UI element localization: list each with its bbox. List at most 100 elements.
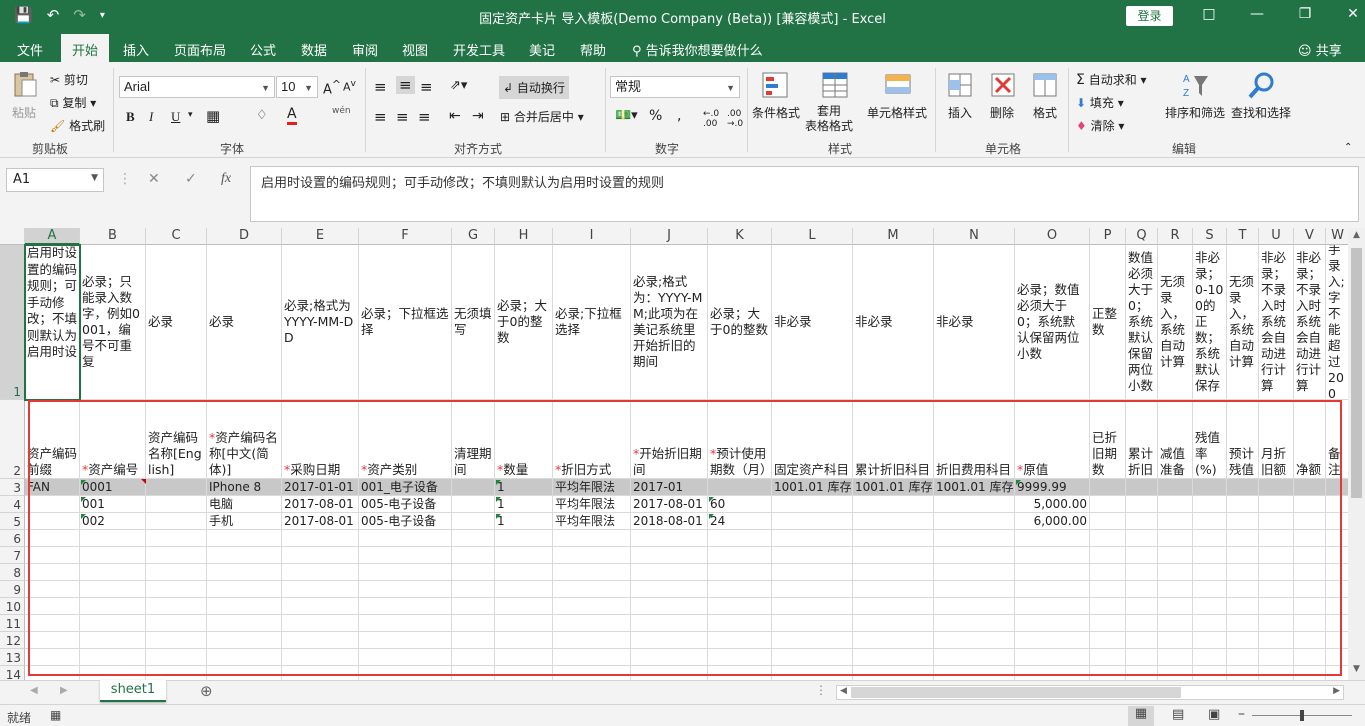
cell-empty[interactable] <box>631 666 708 680</box>
prev-sheet-icon[interactable]: ◀ <box>30 685 38 696</box>
row-header-14[interactable]: 14 <box>0 666 25 680</box>
collapse-ribbon-icon[interactable]: ⌃ <box>1344 142 1352 153</box>
cell-empty[interactable] <box>1090 581 1126 598</box>
cell-empty[interactable] <box>1015 530 1090 547</box>
cell-empty[interactable] <box>25 615 80 632</box>
fill-color-icon[interactable]: ♢ <box>256 108 268 123</box>
align-top-icon[interactable]: ≡ <box>374 78 387 96</box>
cell-empty[interactable] <box>1158 547 1193 564</box>
row-header-7[interactable]: 7 <box>0 547 25 564</box>
cell-empty[interactable] <box>1259 598 1294 615</box>
cell-empty[interactable] <box>1158 581 1193 598</box>
cell-e3[interactable]: 2017-01-01 <box>282 479 359 496</box>
cell-k2[interactable]: *预计使用期数（月） <box>708 400 772 479</box>
cell-q1[interactable]: 数值必须大于0；系统默认保留两位小数 <box>1126 245 1158 400</box>
column-header-s[interactable]: S <box>1193 228 1227 245</box>
cell-empty[interactable] <box>359 649 452 666</box>
increase-decimal-icon[interactable]: ←.0.00 <box>703 109 719 129</box>
formula-input[interactable]: 启用时设置的编码规则；可手动修改；不填则默认为启用时设置的规则 <box>250 166 1359 222</box>
zoom-out-icon[interactable]: – <box>1238 706 1245 722</box>
cell-c5[interactable] <box>146 513 207 530</box>
cell-empty[interactable] <box>1090 649 1126 666</box>
cell-empty[interactable] <box>452 547 495 564</box>
ribbon-display-icon[interactable]: □ <box>1185 6 1233 22</box>
row-header-4[interactable]: 4 <box>0 496 25 513</box>
cell-empty[interactable] <box>772 598 853 615</box>
cell-empty[interactable] <box>1227 581 1259 598</box>
cell-f3[interactable]: 001_电子设备 <box>359 479 452 496</box>
cell-l3[interactable]: 1001.01 库存现金 <box>772 479 853 496</box>
cell-empty[interactable] <box>80 632 146 649</box>
cell-empty[interactable] <box>1158 632 1193 649</box>
cell-empty[interactable] <box>282 598 359 615</box>
cell-empty[interactable] <box>80 649 146 666</box>
cell-empty[interactable] <box>25 666 80 680</box>
cell-empty[interactable] <box>207 666 282 680</box>
cell-empty[interactable] <box>1294 581 1326 598</box>
font-size-select[interactable]: 10 ▼ <box>276 76 318 98</box>
cell-u4[interactable] <box>1259 496 1294 513</box>
cell-empty[interactable] <box>631 632 708 649</box>
cell-empty[interactable] <box>934 615 1015 632</box>
cell-empty[interactable] <box>708 581 772 598</box>
sort-filter-button[interactable]: 排序和筛选 <box>1165 104 1225 121</box>
cell-l5[interactable] <box>772 513 853 530</box>
cell-empty[interactable] <box>1294 530 1326 547</box>
cell-empty[interactable] <box>772 564 853 581</box>
cell-q2[interactable]: 累计折旧 <box>1126 400 1158 479</box>
align-left-icon[interactable]: ≡ <box>374 108 387 126</box>
cell-empty[interactable] <box>631 615 708 632</box>
row-header-11[interactable]: 11 <box>0 615 25 632</box>
wrap-text-button[interactable]: ↲ 自动换行 <box>499 76 569 99</box>
cell-empty[interactable] <box>631 547 708 564</box>
cell-empty[interactable] <box>1294 564 1326 581</box>
cell-empty[interactable] <box>853 530 934 547</box>
cell-p3[interactable] <box>1090 479 1126 496</box>
cell-m4[interactable] <box>853 496 934 513</box>
cell-empty[interactable] <box>1227 547 1259 564</box>
cell-s5[interactable] <box>1193 513 1227 530</box>
cell-empty[interactable] <box>553 581 631 598</box>
cell-empty[interactable] <box>146 615 207 632</box>
column-header-u[interactable]: U <box>1259 228 1294 245</box>
cell-k3[interactable] <box>708 479 772 496</box>
cell-empty[interactable] <box>934 666 1015 680</box>
cell-empty[interactable] <box>1259 564 1294 581</box>
cell-empty[interactable] <box>631 649 708 666</box>
cell-empty[interactable] <box>853 581 934 598</box>
cell-styles-icon[interactable] <box>883 70 913 100</box>
cell-empty[interactable] <box>1015 666 1090 680</box>
cell-empty[interactable] <box>1090 598 1126 615</box>
delete-cells-icon[interactable] <box>988 70 1018 100</box>
column-header-w[interactable]: W <box>1326 228 1350 245</box>
tab-meiji[interactable]: 美记 <box>529 40 555 59</box>
column-header-k[interactable]: K <box>708 228 772 245</box>
cell-empty[interactable] <box>495 615 553 632</box>
cell-empty[interactable] <box>207 530 282 547</box>
name-box[interactable]: A1 ▼ <box>6 168 104 192</box>
cell-empty[interactable] <box>553 666 631 680</box>
cell-empty[interactable] <box>495 649 553 666</box>
cell-empty[interactable] <box>708 598 772 615</box>
cell-empty[interactable] <box>772 649 853 666</box>
cell-f2[interactable]: *资产类别 <box>359 400 452 479</box>
cell-empty[interactable] <box>934 632 1015 649</box>
cell-empty[interactable] <box>853 564 934 581</box>
cell-a5[interactable] <box>25 513 80 530</box>
zoom-slider[interactable] <box>1252 710 1352 721</box>
cell-l2[interactable]: 固定资产科目 <box>772 400 853 479</box>
cell-empty[interactable] <box>631 530 708 547</box>
tab-split-icon[interactable]: ⋮ <box>815 683 827 697</box>
cell-empty[interactable] <box>708 615 772 632</box>
cell-empty[interactable] <box>1090 666 1126 680</box>
cell-empty[interactable] <box>1326 666 1350 680</box>
cell-empty[interactable] <box>1259 632 1294 649</box>
cell-j3[interactable]: 2017-01 <box>631 479 708 496</box>
cell-empty[interactable] <box>1227 649 1259 666</box>
column-header-j[interactable]: J <box>631 228 708 245</box>
cell-n3[interactable]: 1001.01 库存现金 <box>934 479 1015 496</box>
cell-r5[interactable] <box>1158 513 1193 530</box>
align-center-icon[interactable]: ≡ <box>396 108 409 126</box>
cell-empty[interactable] <box>772 530 853 547</box>
cell-empty[interactable] <box>452 649 495 666</box>
